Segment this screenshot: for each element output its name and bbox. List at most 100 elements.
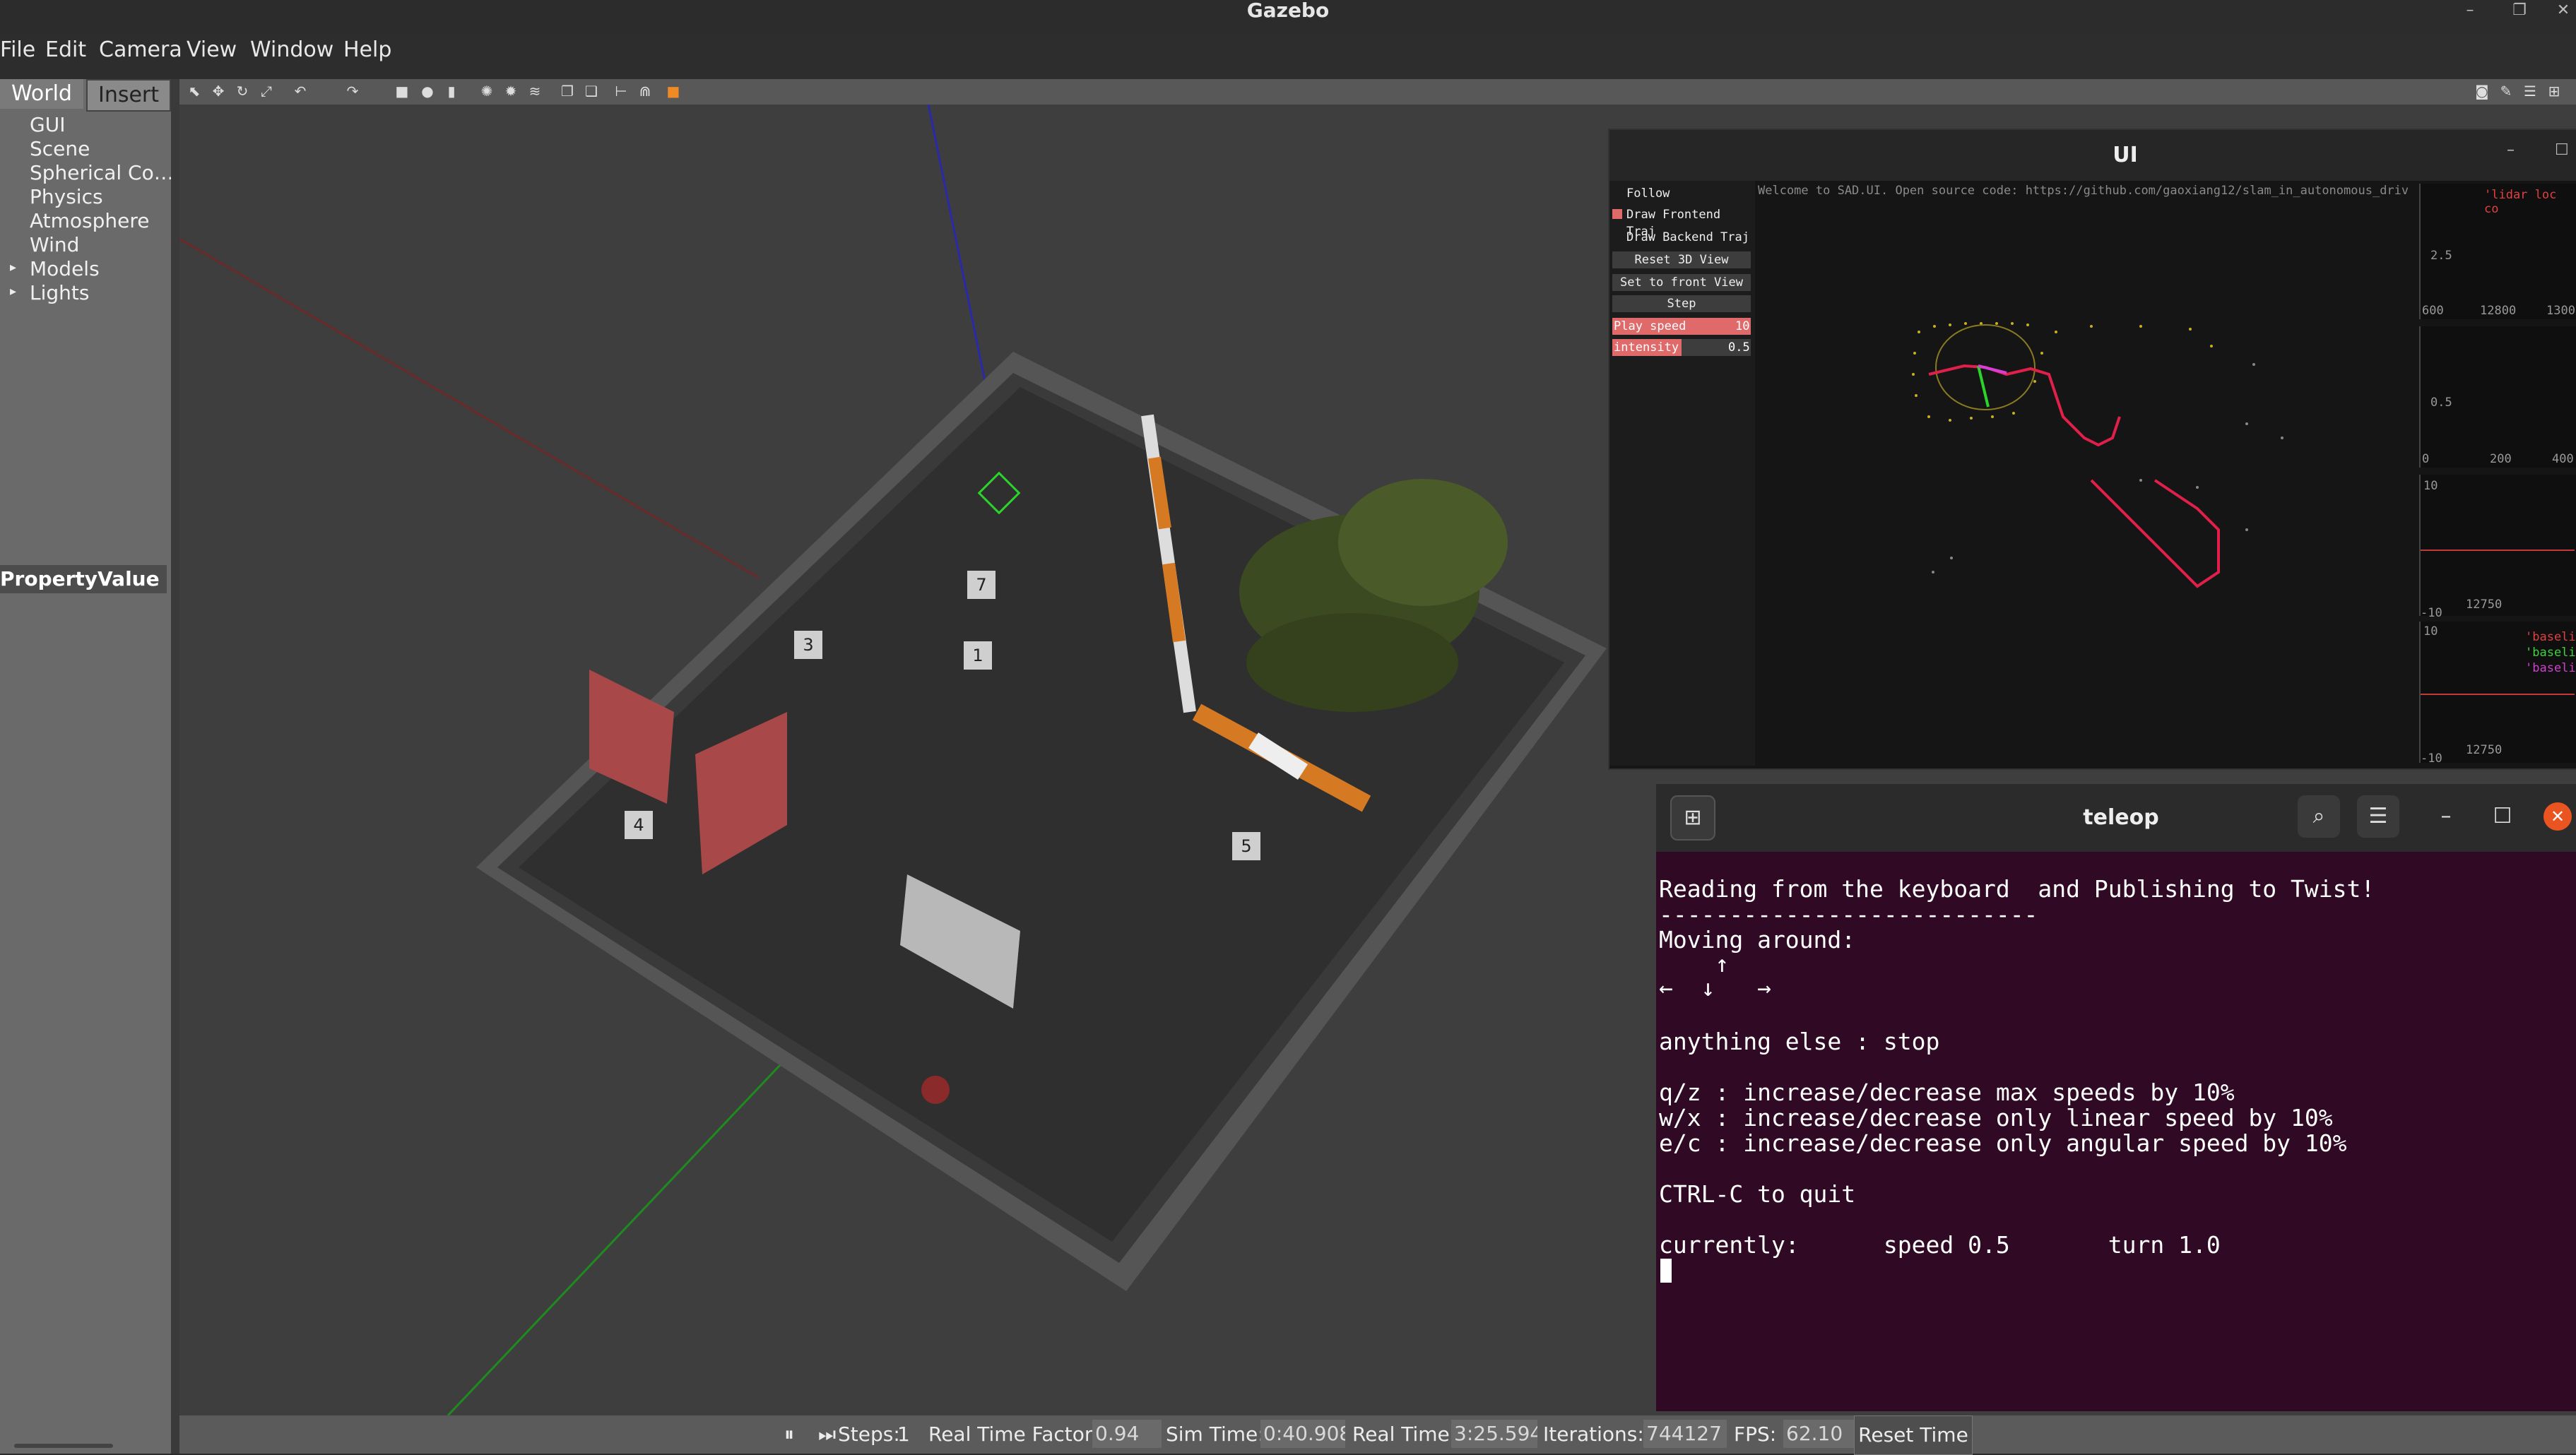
rtf-label: Real Time Factor: bbox=[928, 1423, 1099, 1446]
tree-item-wind[interactable]: Wind bbox=[30, 233, 79, 257]
menu-file[interactable]: File bbox=[0, 34, 35, 66]
real-time-label: Real Time: bbox=[1352, 1423, 1457, 1446]
ui-maximize-icon[interactable]: ☐ bbox=[2555, 141, 2569, 159]
log-icon[interactable]: ✎ bbox=[2497, 82, 2515, 100]
menu-view[interactable]: View bbox=[187, 34, 237, 66]
terminal-line: w/x : increase/decrease only linear spee… bbox=[1659, 1104, 2333, 1132]
joint-icon[interactable]: ■ bbox=[664, 82, 683, 100]
panel-splitter[interactable] bbox=[171, 79, 179, 1454]
menu-edit[interactable]: Edit bbox=[45, 34, 86, 66]
plot3-x-tick: 12750 bbox=[2466, 598, 2503, 612]
plot4-legend: 'baseli bbox=[2525, 661, 2576, 675]
pose-axis-x bbox=[1978, 364, 2007, 374]
directional-light-icon[interactable]: ≋ bbox=[526, 82, 544, 100]
video-icon[interactable]: ⊞ bbox=[2545, 82, 2563, 100]
tab-insert[interactable]: Insert bbox=[86, 79, 171, 112]
terminal-line: currently: speed 0.5 turn 1.0 bbox=[1659, 1231, 2221, 1259]
tab-world[interactable]: World bbox=[0, 79, 83, 109]
redo-icon[interactable]: ↷ bbox=[343, 82, 362, 100]
snap-icon[interactable]: ⋒ bbox=[636, 82, 654, 100]
tree-item-lights[interactable]: Lights bbox=[30, 281, 89, 305]
point-light-icon[interactable]: ✺ bbox=[478, 82, 496, 100]
sphere-icon[interactable]: ● bbox=[418, 82, 437, 100]
fps-label: FPS: bbox=[1734, 1423, 1777, 1446]
expand-arrow-icon[interactable]: ▸ bbox=[10, 284, 16, 299]
screenshot-icon[interactable]: ◙ bbox=[2473, 82, 2491, 100]
tree-item-models[interactable]: Models bbox=[30, 257, 100, 281]
expand-arrow-icon[interactable]: ▸ bbox=[10, 260, 16, 275]
plot2-x-tick: 0 bbox=[2422, 452, 2430, 466]
robot bbox=[921, 1076, 950, 1104]
terminal-line: anything else : stop bbox=[1659, 1028, 1940, 1055]
x-axis-line bbox=[179, 237, 760, 579]
maximize-icon[interactable]: ☐ bbox=[2481, 795, 2524, 838]
draw-frontend-checkbox[interactable]: Draw Frontend Traj bbox=[1612, 206, 1751, 239]
ui-control-panel bbox=[1609, 181, 1755, 766]
steps-label: Steps: bbox=[838, 1423, 900, 1446]
plot2-x-tick: 400 bbox=[2552, 452, 2574, 466]
welcome-text: Welcome to SAD.UI. Open source code: htt… bbox=[1758, 184, 2408, 198]
scrollbar[interactable] bbox=[14, 1444, 113, 1448]
plot4-x-tick: 12750 bbox=[2466, 743, 2503, 757]
set-front-view-button[interactable]: Set to front View bbox=[1612, 274, 1751, 291]
block-label: 4 bbox=[633, 815, 644, 835]
fps-value: 62.10 bbox=[1783, 1420, 1854, 1448]
plot2-y-tick: 0.5 bbox=[2430, 396, 2452, 410]
tree-item-physics[interactable]: Physics bbox=[30, 185, 103, 209]
terminal-cursor bbox=[1660, 1259, 1672, 1283]
ui-window-title: UI bbox=[2113, 143, 2138, 167]
terminal-line: Reading from the keyboard and Publishing… bbox=[1659, 875, 2375, 903]
minimize-icon[interactable]: – bbox=[2456, 0, 2484, 21]
sim-time-label: Sim Time: bbox=[1166, 1423, 1265, 1446]
align-icon[interactable]: ⊢ bbox=[612, 82, 630, 100]
cylinder-icon[interactable]: ▮ bbox=[442, 82, 461, 100]
plot3-signal-line bbox=[2421, 550, 2575, 551]
sim-time-value: 0:40.908 bbox=[1260, 1420, 1345, 1448]
draw-backend-checkbox[interactable]: Draw Backend Traj bbox=[1612, 229, 1751, 246]
frontend-trajectory bbox=[1928, 364, 2121, 447]
search-icon[interactable]: ⌕ bbox=[2298, 795, 2340, 838]
pause-icon[interactable]: ⏸ bbox=[784, 1415, 794, 1454]
tree-item-scene[interactable]: Scene bbox=[30, 137, 90, 161]
terminal-line: e/c : increase/decrease only angular spe… bbox=[1659, 1129, 2347, 1157]
menu-camera[interactable]: Camera bbox=[99, 34, 182, 66]
follow-checkbox[interactable]: Follow bbox=[1612, 185, 1751, 202]
window-title: Gazebo bbox=[1246, 0, 1330, 22]
tree-item-spherical[interactable]: Spherical Co… bbox=[30, 161, 174, 185]
reset-time-button[interactable]: Reset Time bbox=[1854, 1415, 1973, 1455]
play-speed-value: 10 bbox=[1735, 319, 1750, 333]
menu-help[interactable]: Help bbox=[343, 34, 391, 66]
steps-value[interactable]: 1 bbox=[897, 1415, 910, 1454]
scale-icon[interactable]: ⤢ bbox=[257, 82, 276, 100]
minimize-icon[interactable]: – bbox=[2425, 795, 2467, 838]
rotate-icon[interactable]: ↻ bbox=[233, 82, 252, 100]
close-icon[interactable]: ✕ bbox=[2543, 802, 2572, 831]
undo-icon[interactable]: ↶ bbox=[291, 82, 309, 100]
close-icon[interactable]: ✕ bbox=[2549, 0, 2576, 21]
spot-light-icon[interactable]: ✹ bbox=[502, 82, 520, 100]
plot1-x-tick: 1300 bbox=[2546, 304, 2575, 318]
box-icon[interactable]: ■ bbox=[393, 82, 411, 100]
step-icon[interactable]: ⏭ bbox=[818, 1415, 836, 1454]
terminal-line: --------------------------- bbox=[1659, 901, 2038, 928]
restore-icon[interactable]: ❐ bbox=[2505, 0, 2534, 21]
select-icon[interactable]: ⬉ bbox=[185, 82, 203, 100]
tree-item-gui[interactable]: GUI bbox=[30, 113, 65, 137]
paste-icon[interactable]: ❑ bbox=[582, 82, 601, 100]
tree-item-atmosphere[interactable]: Atmosphere bbox=[30, 209, 150, 233]
copy-icon[interactable]: ❐ bbox=[558, 82, 577, 100]
map-view[interactable] bbox=[1759, 205, 2416, 763]
step-button[interactable]: Step bbox=[1612, 295, 1751, 312]
reset-3d-view-button[interactable]: Reset 3D View bbox=[1612, 251, 1751, 268]
property-header: PropertyValue bbox=[0, 565, 167, 593]
backend-trajectory bbox=[2090, 479, 2220, 588]
plot-icon[interactable]: ☰ bbox=[2521, 82, 2539, 100]
pose-axis-y bbox=[1977, 365, 1990, 408]
ui-minimize-icon[interactable]: – bbox=[2507, 141, 2515, 159]
menu-window[interactable]: Window bbox=[250, 34, 333, 66]
hamburger-menu-icon[interactable]: ☰ bbox=[2357, 795, 2399, 838]
plot4-legend: 'baseli bbox=[2525, 646, 2576, 660]
translate-icon[interactable]: ✥ bbox=[209, 82, 228, 100]
terminal-line: CTRL-C to quit bbox=[1659, 1180, 1856, 1208]
plot4-legend: 'baseli bbox=[2525, 630, 2576, 644]
